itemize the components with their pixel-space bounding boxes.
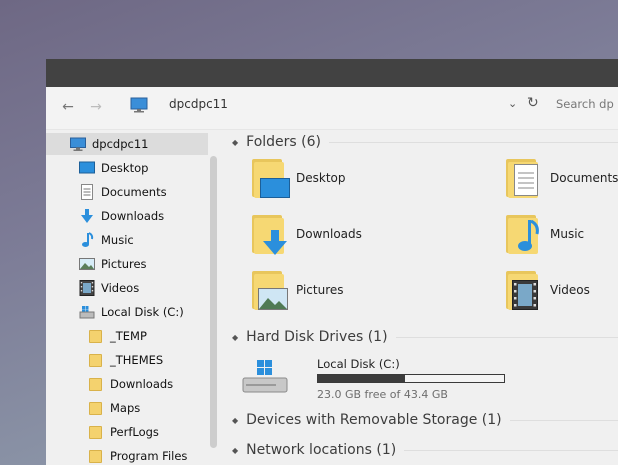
- folder-tile-desktop[interactable]: Desktop: [248, 156, 346, 200]
- folder-label: Desktop: [296, 171, 346, 185]
- group-header-removable-storage[interactable]: ◆ Devices with Removable Storage (1): [232, 412, 618, 428]
- sidebar-item-videos[interactable]: Videos: [79, 277, 139, 299]
- folder-tile-documents[interactable]: Documents: [502, 156, 618, 200]
- sidebar-folder-temp[interactable]: _TEMP: [88, 325, 147, 347]
- folder-tile-downloads[interactable]: Downloads: [248, 212, 362, 256]
- divider: [395, 336, 618, 338]
- sidebar-folder-perflogs[interactable]: PerfLogs: [88, 421, 159, 443]
- folder-label: Videos: [550, 283, 590, 297]
- desktop-icon: [79, 161, 95, 174]
- sidebar-item-this-pc[interactable]: dpcdpc11: [46, 133, 208, 155]
- refresh-icon[interactable]: ↻: [527, 95, 539, 111]
- documents-folder-icon: [502, 156, 546, 200]
- folder-tile-pictures[interactable]: Pictures: [248, 268, 344, 312]
- sidebar-item-label: dpcdpc11: [92, 137, 149, 151]
- group-header-hard-disk-drives[interactable]: ◆ Hard Disk Drives (1): [232, 329, 618, 345]
- sidebar-item-label: Maps: [110, 401, 141, 415]
- sidebar-folder-maps[interactable]: Maps: [88, 397, 140, 419]
- divider: [404, 449, 618, 451]
- sidebar-item-label: Videos: [101, 281, 140, 295]
- search-input[interactable]: Search dp: [556, 97, 614, 111]
- computer-icon: [130, 97, 148, 113]
- folder-icon: [88, 400, 104, 416]
- navigation-pane: dpcdpc11 Desktop Documents Downloads Mus…: [46, 130, 208, 465]
- drive-name: Local Disk (C:): [317, 357, 400, 371]
- drive-usage-bar: [317, 374, 505, 383]
- music-icon: [82, 232, 94, 247]
- group-title: Devices with Removable Storage (1): [246, 412, 502, 428]
- sidebar-item-label: Downloads: [101, 209, 165, 223]
- sidebar-item-documents[interactable]: Documents: [79, 181, 167, 203]
- pictures-icon: [79, 258, 95, 270]
- folder-tile-videos[interactable]: Videos: [502, 268, 590, 312]
- folder-label: Music: [550, 227, 585, 241]
- folder-icon: [88, 328, 104, 344]
- sidebar-folder-downloads[interactable]: Downloads: [88, 373, 173, 395]
- group-header-folders[interactable]: ◆ Folders (6): [232, 134, 618, 150]
- sidebar-item-label: Pictures: [101, 257, 147, 271]
- title-bar[interactable]: [46, 59, 618, 87]
- navigation-bar: ← → dpcdpc11 ⌄ ↻ Search dp: [46, 87, 618, 130]
- videos-folder-icon: [502, 268, 546, 312]
- folder-icon: [88, 376, 104, 392]
- drive-usage-fill: [318, 375, 406, 382]
- sidebar-item-label: PerfLogs: [110, 425, 159, 439]
- sidebar-item-pictures[interactable]: Pictures: [79, 253, 147, 275]
- pictures-folder-icon: [248, 268, 292, 312]
- sidebar-folder-themes[interactable]: _THEMES: [88, 349, 163, 371]
- address-path[interactable]: dpcdpc11: [169, 97, 228, 111]
- divider: [329, 141, 618, 143]
- folder-tile-music[interactable]: Music: [502, 212, 584, 256]
- documents-icon: [81, 184, 93, 200]
- sidebar-item-label: Local Disk (C:): [101, 305, 184, 319]
- windows-drive-icon: [242, 360, 288, 393]
- back-button[interactable]: ←: [60, 99, 76, 115]
- drive-free-space: 23.0 GB free of 43.4 GB: [317, 388, 448, 401]
- computer-icon: [70, 137, 86, 151]
- explorer-window: ← → dpcdpc11 ⌄ ↻ Search dp dpcdpc11 Desk…: [46, 59, 618, 465]
- sidebar-item-label: _THEMES: [110, 353, 164, 367]
- collapse-icon: ◆: [232, 332, 239, 342]
- sidebar-item-downloads[interactable]: Downloads: [79, 205, 164, 227]
- sidebar-item-label: Documents: [101, 185, 167, 199]
- group-title: Folders (6): [246, 134, 321, 150]
- folder-label: Documents: [550, 171, 618, 185]
- videos-icon: [79, 280, 95, 296]
- sidebar-item-label: _TEMP: [110, 329, 147, 343]
- drive-tile-local-disk[interactable]: Local Disk (C:) 23.0 GB free of 43.4 GB: [242, 352, 618, 408]
- collapse-icon: ◆: [232, 137, 239, 147]
- local-disk-icon: [79, 306, 95, 319]
- downloads-folder-icon: [248, 212, 292, 256]
- folder-icon: [88, 424, 104, 440]
- sidebar-item-desktop[interactable]: Desktop: [79, 157, 148, 179]
- sidebar-item-label: Downloads: [110, 377, 174, 391]
- sidebar-item-local-disk[interactable]: Local Disk (C:): [79, 301, 184, 323]
- divider: [509, 419, 618, 421]
- desktop-folder-icon: [248, 156, 292, 200]
- sidebar-item-music[interactable]: Music: [79, 229, 134, 251]
- folder-label: Pictures: [296, 283, 344, 297]
- folder-icon: [88, 352, 104, 368]
- content-pane: ◆ Folders (6) Desktop Documents Download…: [220, 130, 618, 465]
- expand-icon: ◆: [232, 445, 239, 455]
- group-title: Hard Disk Drives (1): [246, 329, 388, 345]
- group-header-network-locations[interactable]: ◆ Network locations (1): [232, 442, 618, 458]
- sidebar-item-label: Music: [101, 233, 134, 247]
- music-folder-icon: [502, 212, 546, 256]
- expand-icon: ◆: [232, 415, 239, 425]
- sidebar-item-label: Program Files: [110, 449, 188, 463]
- chevron-down-icon[interactable]: ⌄: [508, 97, 517, 110]
- folder-icon: [88, 448, 104, 464]
- sidebar-item-label: Desktop: [101, 161, 149, 175]
- sidebar-folder-program-files[interactable]: Program Files: [88, 445, 187, 465]
- sidebar-scrollbar-thumb[interactable]: [210, 156, 217, 448]
- forward-button[interactable]: →: [88, 99, 104, 115]
- downloads-icon: [81, 209, 93, 223]
- folder-label: Downloads: [296, 227, 362, 241]
- group-title: Network locations (1): [246, 442, 397, 458]
